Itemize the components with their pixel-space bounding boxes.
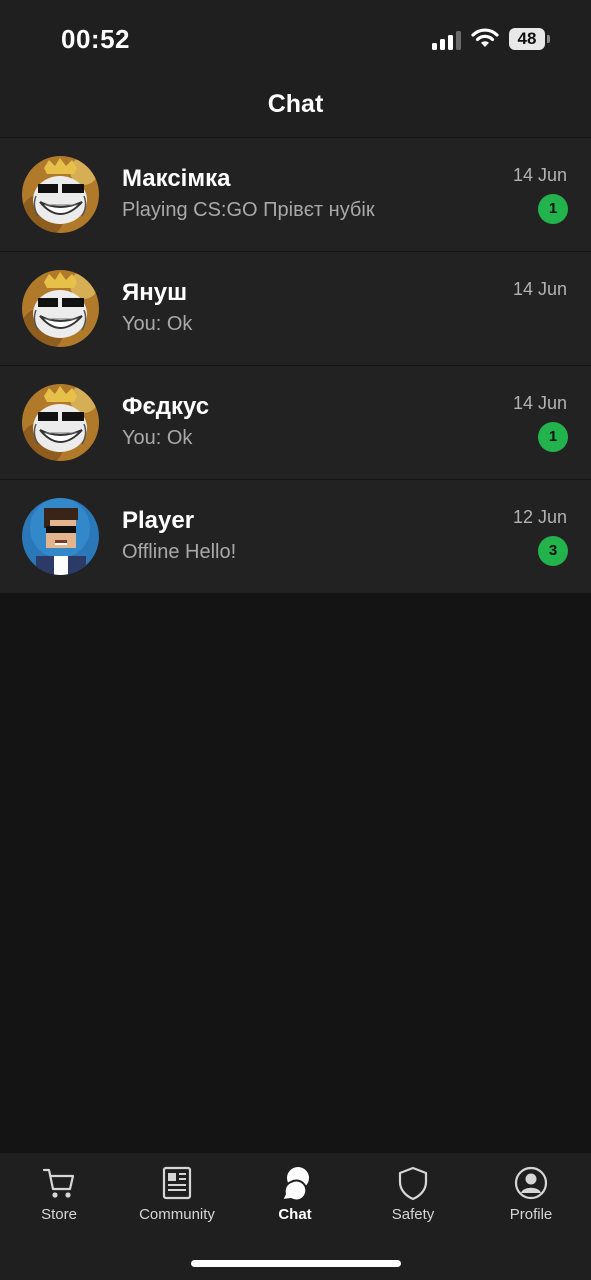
tab-chat[interactable]: Chat [236,1165,354,1235]
status-time: 00:52 [61,24,130,54]
chat-date: 12 Jun [512,507,567,527]
unread-badge: 3 [538,536,568,566]
cellular-signal-icon [432,30,462,50]
home-indicator[interactable] [191,1260,401,1267]
chat-preview: You: Ok [122,313,193,335]
chat-name: Фєдкус [122,393,210,420]
shield-icon [398,1166,428,1201]
chat-row[interactable]: Януш You: Ok 14 Jun [0,252,591,366]
status-bar: 00:52 48 [0,0,591,80]
troll-face-crown-avatar [22,156,99,233]
battery-level: 48 [509,28,545,50]
tab-store[interactable]: Store [0,1165,118,1235]
chat-bubbles-icon [280,1167,309,1201]
tab-label: Profile [509,1206,553,1223]
chat-preview: You: Ok [122,427,193,449]
unread-badge: 1 [538,194,568,224]
chat-date: 14 Jun [512,279,567,299]
user-circle-icon [514,1166,548,1200]
chat-date: 14 Jun [512,393,567,413]
newspaper-icon [162,1166,192,1200]
chat-preview: Playing CS:GO Прівєт нубік [122,199,375,221]
header: Chat [0,80,591,137]
tab-profile[interactable]: Profile [472,1165,590,1235]
troll-face-crown-avatar [22,270,99,347]
chat-row[interactable]: Player Offline Hello! 12 Jun 3 [0,480,591,594]
tab-label: Safety [391,1206,435,1223]
wifi-icon [471,27,499,49]
troll-face-crown-avatar [22,384,99,461]
tab-safety[interactable]: Safety [354,1165,472,1235]
chat-name: Януш [122,279,188,306]
tab-label: Chat [278,1206,312,1223]
cart-icon [42,1168,75,1198]
chat-name: Максімка [122,165,231,192]
chat-list: Максімка Playing CS:GO Прівєт нубік 14 J… [0,138,591,594]
blocky-character-avatar [22,498,99,575]
tab-label: Store [41,1206,77,1223]
page-title: Chat [267,90,324,118]
chat-row[interactable]: Фєдкус You: Ok 14 Jun 1 [0,366,591,480]
tab-label: Community [139,1206,215,1223]
chat-preview: Offline Hello! [122,541,237,563]
chat-date: 14 Jun [512,165,567,185]
chat-name: Player [122,507,195,534]
tab-community[interactable]: Community [118,1165,236,1235]
battery-icon: 48 [509,28,550,50]
unread-badge: 1 [538,422,568,452]
chat-row[interactable]: Максімка Playing CS:GO Прівєт нубік 14 J… [0,138,591,252]
